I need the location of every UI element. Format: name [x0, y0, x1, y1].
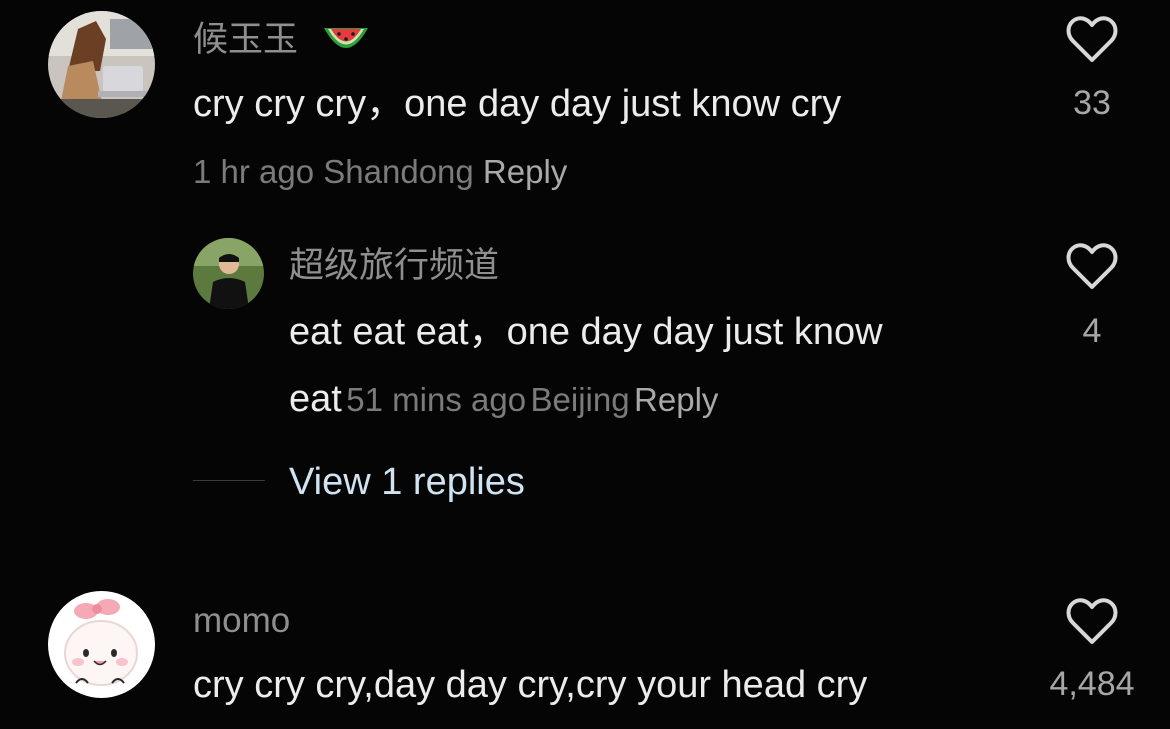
- like-button[interactable]: [1066, 16, 1118, 64]
- comment-time: 1 hr ago: [193, 153, 315, 190]
- avatar[interactable]: [193, 238, 264, 309]
- heart-icon: [1066, 16, 1118, 62]
- avatar[interactable]: [48, 11, 155, 118]
- comment-text: cry cry cry,day day cry,cry your head cr…: [193, 664, 868, 706]
- comments-page: 候玉玉 cry cry cry，one day day just know cr…: [0, 0, 1170, 729]
- reply-button[interactable]: Reply: [634, 381, 718, 418]
- comment-location: Shandong: [323, 153, 474, 190]
- replies-divider: [193, 480, 265, 481]
- reply-text: eat eat eat，one day day just know: [289, 311, 883, 353]
- heart-icon: [1066, 598, 1118, 644]
- reply-time: 51 mins ago: [346, 381, 527, 418]
- comment-meta: 1 hr ago Shandong Reply: [193, 152, 567, 192]
- reply-text-tail: eat: [289, 378, 342, 420]
- like-button[interactable]: [1066, 243, 1118, 291]
- reply-username[interactable]: 超级旅行频道: [289, 246, 499, 286]
- avatar[interactable]: [48, 591, 155, 698]
- comment-username[interactable]: 候玉玉: [193, 20, 298, 60]
- heart-icon: [1066, 243, 1118, 289]
- like-count: 33: [1073, 84, 1111, 122]
- reply-text-second-line: eat 51 mins ago Beijing Reply: [289, 377, 718, 421]
- view-replies-button[interactable]: View 1 replies: [289, 460, 525, 504]
- comment-username[interactable]: momo: [193, 601, 290, 641]
- watermelon-icon: [321, 20, 371, 60]
- reply-button[interactable]: Reply: [483, 153, 567, 190]
- comment-text: cry cry cry，one day day just know cry: [193, 83, 842, 125]
- like-count: 4: [1082, 312, 1102, 350]
- like-count: 4,484: [1049, 665, 1135, 703]
- reply-location: Beijing: [530, 381, 630, 418]
- like-button[interactable]: [1066, 598, 1118, 646]
